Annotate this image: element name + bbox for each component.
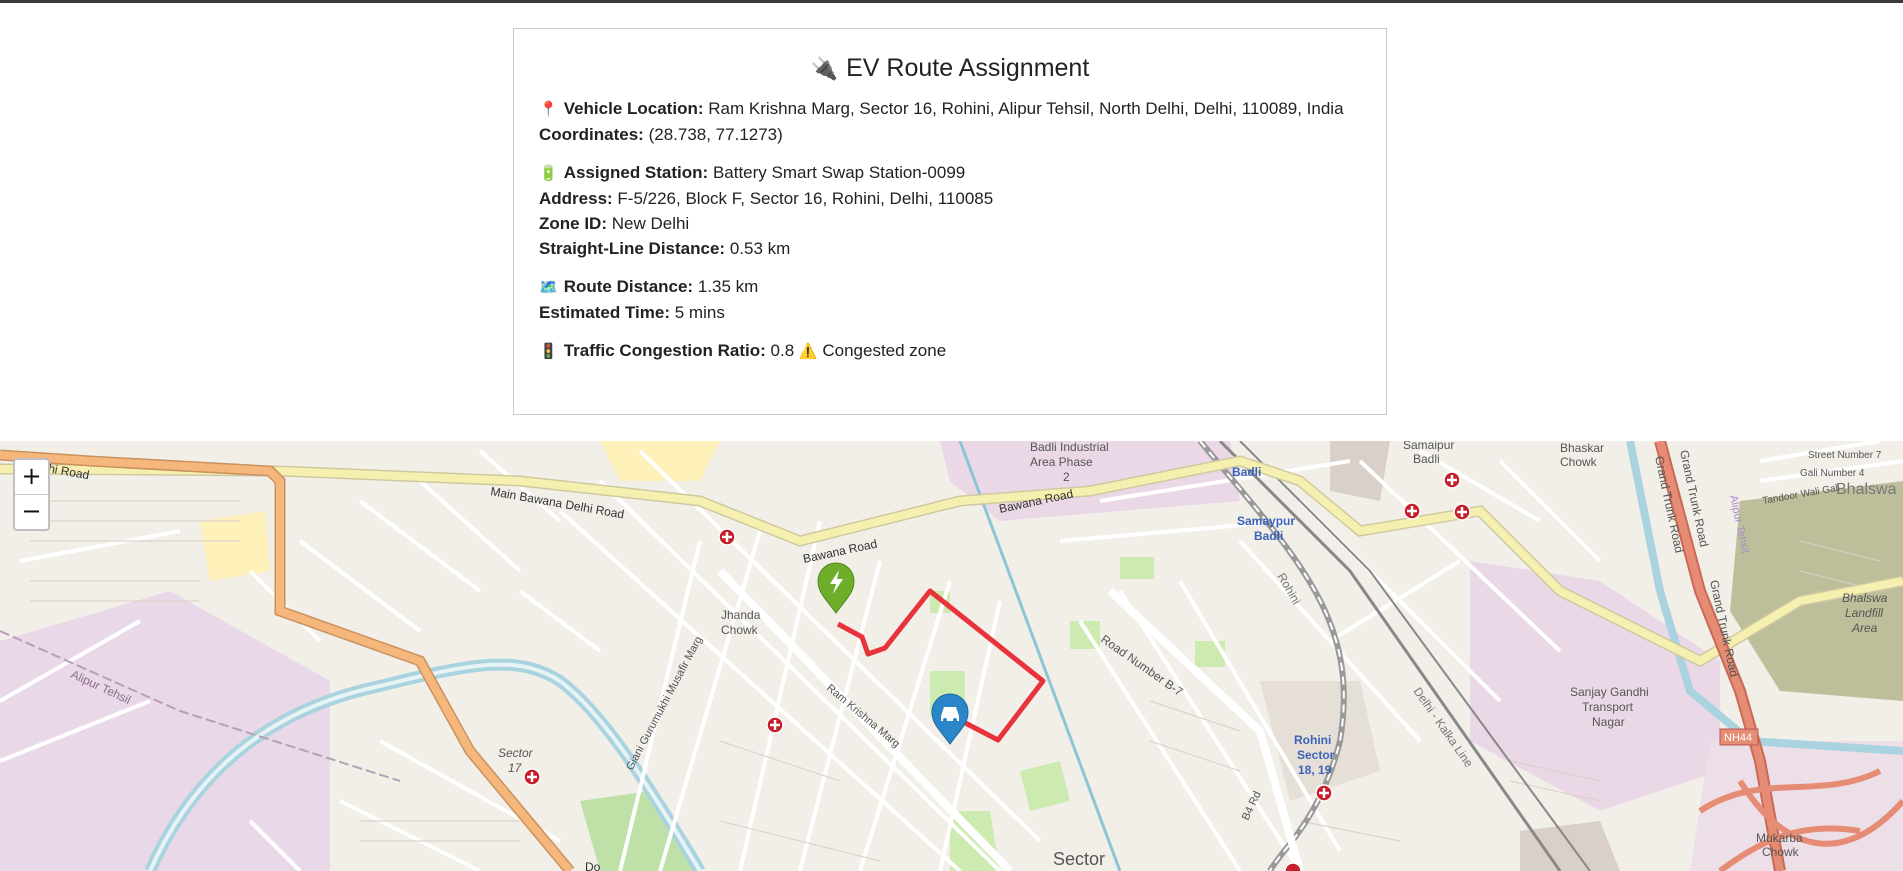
svg-text:Badli: Badli <box>1254 529 1283 543</box>
svg-text:Sanjay Gandhi: Sanjay Gandhi <box>1570 685 1649 699</box>
map-canvas[interactable]: Badli Industrial Area Phase 2 Samaipur B… <box>0 441 1903 871</box>
svg-text:2: 2 <box>1063 470 1070 484</box>
map-view[interactable]: Badli Industrial Area Phase 2 Samaipur B… <box>0 441 1903 871</box>
svg-text:Badli: Badli <box>1232 465 1261 479</box>
traffic-status: Congested zone <box>822 341 947 360</box>
straight-distance-row: Straight-Line Distance: 0.53 km <box>539 239 791 258</box>
svg-text:NH44: NH44 <box>1724 732 1752 744</box>
svg-text:Mukarba: Mukarba <box>1756 831 1803 845</box>
zoom-out-button[interactable]: − <box>15 495 48 529</box>
svg-text:Rohini: Rohini <box>1294 733 1331 747</box>
pin-icon: 📍 <box>539 101 558 118</box>
svg-text:Chowk: Chowk <box>1560 455 1598 469</box>
route-distance-value: 1.35 km <box>697 277 759 296</box>
zoom-in-button[interactable]: + <box>15 460 48 495</box>
coordinates-value: (28.738, 77.1273) <box>648 125 783 144</box>
svg-text:Landfill: Landfill <box>1845 606 1883 620</box>
svg-text:Area Phase: Area Phase <box>1030 455 1093 469</box>
ev-route-panel: 🔌 EV Route Assignment 📍 Vehicle Location: … <box>513 28 1387 415</box>
zoom-control: + − <box>13 458 50 531</box>
assigned-station-value: Battery Smart Swap Station-0099 <box>712 163 966 182</box>
svg-text:Nagar: Nagar <box>1592 715 1625 729</box>
svg-text:Badli: Badli <box>1413 452 1440 466</box>
estimated-time-row: Estimated Time: 5 mins <box>539 303 725 322</box>
plug-icon: 🔌 <box>810 56 839 81</box>
traffic-ratio-value: 0.8 <box>770 341 795 360</box>
estimated-time-value: 5 mins <box>674 303 725 322</box>
address-row: Address: F-5/226, Block F, Sector 16, Ro… <box>539 189 994 208</box>
svg-text:Sector: Sector <box>1297 748 1335 762</box>
svg-text:Sector: Sector <box>498 746 534 760</box>
svg-text:Samaypur: Samaypur <box>1237 514 1295 528</box>
svg-text:Area: Area <box>1851 621 1878 635</box>
route-distance-row: 🗺️ Route Distance: 1.35 km <box>539 277 759 296</box>
assigned-station-row: 🔋 Assigned Station: Battery Smart Swap St… <box>539 163 966 182</box>
coordinates-row: Coordinates: (28.738, 77.1273) <box>539 125 783 144</box>
svg-text:Chowk: Chowk <box>1762 845 1800 859</box>
warning-icon: ⚠️ <box>798 343 818 360</box>
svg-text:Do: Do <box>585 860 601 871</box>
zone-value: New Delhi <box>611 214 690 233</box>
traffic-row: 🚦 Traffic Congestion Ratio: 0.8 ⚠️ Conges… <box>539 341 947 360</box>
svg-text:Bhalswa: Bhalswa <box>1836 481 1897 498</box>
svg-text:18, 19: 18, 19 <box>1298 763 1332 777</box>
straight-distance-value: 0.53 km <box>729 239 791 258</box>
svg-text:Jhanda: Jhanda <box>721 608 761 622</box>
top-bar <box>0 0 1903 3</box>
svg-text:Badli Industrial: Badli Industrial <box>1030 441 1109 454</box>
svg-text:Samaipur: Samaipur <box>1403 441 1454 452</box>
svg-text:Bhaskar: Bhaskar <box>1560 441 1604 455</box>
traffic-light-icon: 🚦 <box>539 343 558 360</box>
svg-text:Transport: Transport <box>1582 700 1634 714</box>
vehicle-location-value: Ram Krishna Marg, Sector 16, Rohini, Ali… <box>708 99 1344 118</box>
svg-text:Chowk: Chowk <box>721 623 759 637</box>
zone-row: Zone ID: New Delhi <box>539 214 690 233</box>
vehicle-location-row: 📍 Vehicle Location: Ram Krishna Marg, Sec… <box>539 99 1344 118</box>
address-value: F-5/226, Block F, Sector 16, Rohini, Del… <box>617 189 994 208</box>
battery-icon: 🔋 <box>539 165 558 182</box>
map-icon: 🗺️ <box>539 279 558 296</box>
svg-text:Sector: Sector <box>1053 849 1105 869</box>
svg-text:Bhalswa: Bhalswa <box>1842 591 1888 605</box>
svg-text:17: 17 <box>508 761 523 775</box>
svg-text:Gali Number 4: Gali Number 4 <box>1800 468 1865 479</box>
panel-title: 🔌 EV Route Assignment <box>810 54 1090 82</box>
svg-text:Street Number 7: Street Number 7 <box>1808 450 1882 461</box>
